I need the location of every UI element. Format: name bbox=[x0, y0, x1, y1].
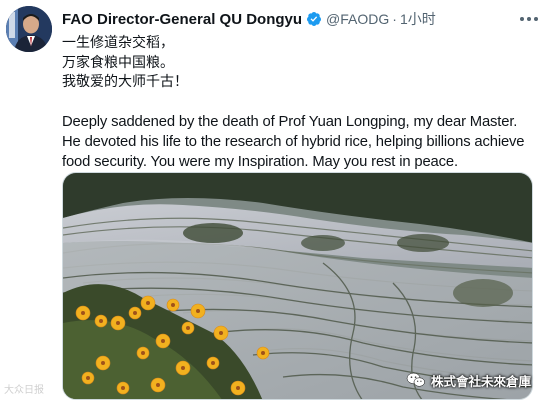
avatar[interactable] bbox=[6, 6, 52, 52]
post-time[interactable]: 1小时 bbox=[400, 9, 436, 29]
watermark-right: 株式會社未來倉庫 bbox=[406, 369, 531, 391]
verified-badge-icon bbox=[307, 12, 322, 26]
watermark-left: 大众日报 bbox=[4, 385, 44, 396]
tweet-text-en: Deeply saddened by the death of Prof Yua… bbox=[62, 113, 525, 170]
tweet-line-zh-3: 我敬爱的大师千古！ bbox=[62, 74, 188, 90]
more-options-icon[interactable] bbox=[516, 9, 542, 29]
tweet-line-zh-2: 万家食粮中国粮。 bbox=[62, 54, 174, 71]
avatar-image bbox=[6, 6, 52, 52]
author-handle[interactable]: @FAODG bbox=[326, 11, 389, 27]
tweet-text: 一生修道杂交稻， 万家食粮中国粮。 我敬爱的大师千古！ Deeply sadde… bbox=[62, 34, 532, 172]
tweet-card[interactable]: FAO Director-General QU Dongyu @FAODG · … bbox=[0, 0, 554, 402]
rice-terraces-photo bbox=[63, 173, 532, 399]
wechat-icon bbox=[406, 372, 425, 387]
tweet-header: FAO Director-General QU Dongyu @FAODG · … bbox=[62, 9, 542, 29]
author-name[interactable]: FAO Director-General QU Dongyu bbox=[62, 11, 302, 28]
watermark-right-text: 株式會社未來倉庫 bbox=[431, 373, 532, 389]
tweet-line-zh-1: 一生修道杂交稻， bbox=[62, 35, 174, 51]
separator-dot: · bbox=[392, 11, 397, 27]
tweet-photo[interactable] bbox=[62, 172, 533, 400]
